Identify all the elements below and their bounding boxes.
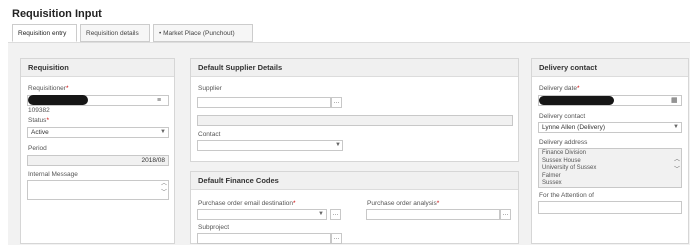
- status-label: Status*: [28, 117, 49, 124]
- period-label: Period: [28, 145, 47, 152]
- ellipsis-icon: …: [333, 235, 340, 241]
- chevron-down-icon[interactable]: ▼: [673, 124, 679, 130]
- status-select[interactable]: Active: [27, 127, 169, 138]
- subproject-input[interactable]: [197, 233, 331, 244]
- ellipsis-icon: …: [502, 211, 509, 217]
- po-analysis-lookup-button[interactable]: …: [500, 209, 511, 220]
- period-field: 2018/08: [27, 155, 169, 166]
- attention-input[interactable]: [538, 201, 682, 214]
- tab-requisition-details[interactable]: Requisition details: [80, 24, 150, 42]
- scroll-arrows-icon[interactable]: ︿ ﹀: [161, 180, 167, 198]
- supplier-lookup-button[interactable]: …: [331, 97, 342, 108]
- chevron-down-icon[interactable]: ▼: [318, 211, 324, 217]
- delivery-panel: Delivery contact Delivery date* ▦ Delive…: [531, 58, 689, 244]
- ellipsis-icon: …: [333, 99, 340, 105]
- finance-panel-header: Default Finance Codes: [191, 172, 518, 190]
- status-value: Active: [31, 129, 49, 136]
- delivery-contact-value: Lynne Allen (Delivery): [542, 124, 605, 131]
- po-email-label: Purchase order email destination*: [198, 200, 296, 207]
- delivery-contact-label: Delivery contact: [539, 113, 586, 120]
- subproject-lookup-button[interactable]: …: [331, 233, 342, 244]
- delivery-contact-select[interactable]: Lynne Allen (Delivery): [538, 122, 682, 133]
- list-icon[interactable]: ≡: [157, 97, 161, 104]
- delivery-address-label: Delivery address: [539, 139, 588, 146]
- requisitioner-id: 109382: [28, 107, 50, 114]
- address-line: University of Sussex: [542, 165, 597, 171]
- supplier-input[interactable]: [197, 97, 331, 108]
- requisition-panel: Requisition Requisitioner* ≡ 109382 Stat…: [20, 58, 175, 244]
- attention-label: For the Attention of: [539, 192, 594, 199]
- ellipsis-icon: …: [332, 211, 339, 217]
- address-line: Falmer: [542, 172, 561, 179]
- po-email-select[interactable]: [197, 209, 327, 220]
- address-line: Finance Division: [542, 150, 587, 156]
- requisition-panel-header: Requisition: [21, 59, 174, 77]
- contact-select[interactable]: [197, 140, 343, 151]
- internal-message-textarea[interactable]: [27, 180, 169, 200]
- address-line: Sussex House: [542, 157, 581, 164]
- scroll-arrows-icon[interactable]: ︿ ﹀: [674, 155, 680, 175]
- tab-market-place-label: Market Place (Punchout): [163, 30, 235, 37]
- redacted-requisitioner-name: [28, 95, 88, 105]
- po-email-lookup-button[interactable]: …: [330, 209, 341, 220]
- internal-message-label: Internal Message: [28, 171, 78, 178]
- page-title: Requisition Input: [12, 8, 102, 20]
- tab-market-place[interactable]: • Market Place (Punchout): [153, 24, 253, 42]
- supplier-panel-header: Default Supplier Details: [191, 59, 518, 77]
- supplier-label: Supplier: [198, 85, 222, 92]
- period-value: 2018/08: [141, 157, 166, 164]
- supplier-panel: Default Supplier Details Supplier … Cont…: [190, 58, 519, 162]
- supplier-name-field: [197, 115, 513, 126]
- delivery-panel-header: Delivery contact: [532, 59, 688, 77]
- finance-panel: Default Finance Codes Purchase order ema…: [190, 171, 519, 244]
- contact-label: Contact: [198, 131, 221, 138]
- requisitioner-label: Requisitioner*: [28, 85, 69, 92]
- tab-requisition-entry[interactable]: Requisition entry: [12, 24, 77, 42]
- delivery-address-box: Finance Division Sussex House University…: [538, 148, 682, 188]
- calendar-icon[interactable]: ▦: [671, 96, 678, 104]
- subproject-label: Subproject: [198, 224, 230, 231]
- redacted-delivery-date: [539, 96, 614, 105]
- po-analysis-label: Purchase order analysis*: [367, 200, 440, 207]
- delivery-date-label: Delivery date*: [539, 85, 580, 92]
- po-analysis-input[interactable]: [366, 209, 500, 220]
- chevron-down-icon[interactable]: ▼: [335, 142, 341, 148]
- address-line: Sussex: [542, 180, 562, 186]
- chevron-down-icon[interactable]: ▼: [160, 129, 166, 135]
